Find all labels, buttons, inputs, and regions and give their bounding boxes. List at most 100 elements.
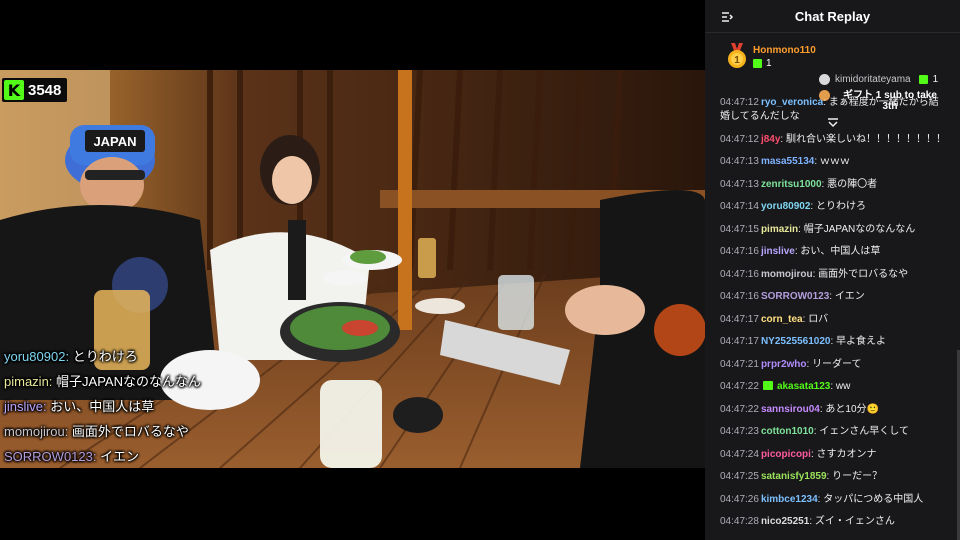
chat-message: 04:47:17 NY2525561020: 早よ食えよ xyxy=(720,336,887,347)
message-username[interactable]: momojirou xyxy=(761,269,813,280)
top-gifter-1-name: Honmono110 xyxy=(753,45,816,56)
message-text: あと10分🙂 xyxy=(825,403,879,415)
overlay-chat-text: とりわけろ xyxy=(72,349,138,364)
chat-message: 04:47:14 yoru80902: とりわけろ xyxy=(720,201,866,212)
message-username[interactable]: ryo_veronica xyxy=(761,97,823,108)
chat-message: 04:47:26 kimbce1234: タッパにつめる中国人 xyxy=(720,493,924,505)
message-username[interactable]: nico25251 xyxy=(761,516,809,527)
message-timestamp: 04:47:28 xyxy=(720,516,759,527)
collapse-arrow-icon[interactable] xyxy=(721,10,735,24)
chat-message-list[interactable]: 04:47:12 ryo_veronica: まぁ程度が一緒だから結婚してるんだし… xyxy=(705,96,960,538)
overlay-chat: yoru80902: とりわけろ pimazin: 帽子JAPANなのなんなん ji… xyxy=(4,344,364,469)
message-username[interactable]: yoru80902 xyxy=(761,201,810,212)
message-text: ww xyxy=(835,381,851,392)
message-text: 帽子JAPANなのなんなん xyxy=(803,223,916,235)
message-timestamp: 04:47:12 xyxy=(720,133,759,145)
message-timestamp: 04:47:17 xyxy=(720,313,759,325)
pinned-gifters: 1 Honmono110 1 kimidoritateyama 1 ギフト 1 xyxy=(705,33,960,128)
chat-header: Chat Replay xyxy=(705,0,960,33)
video-player[interactable]: JAPAN K 3548 yoru80902: とりわけろ pimazin: 帽… xyxy=(0,0,705,540)
message-timestamp: 04:47:14 xyxy=(720,201,759,212)
top-gifter-2-name: kimidoritateyama xyxy=(835,74,911,85)
chat-title: Chat Replay xyxy=(794,8,871,24)
overlay-chat-text: イエン xyxy=(100,449,139,464)
message-text: ズイ・イェンさん xyxy=(814,516,895,527)
overlay-chat-line: jinslive: おい、中国人は草 xyxy=(4,394,364,419)
chat-message: 04:47:17 corn_tea: ロバ xyxy=(720,313,829,325)
message-username[interactable]: j84y xyxy=(761,134,780,145)
chat-message: 04:47:16 SORROW0123: イエン xyxy=(720,291,865,302)
message-text: 馴れ合い楽しいね！！！！！！！！ xyxy=(785,133,946,145)
message-timestamp: 04:47:16 xyxy=(720,246,759,257)
message-username[interactable]: prpr2who xyxy=(761,359,807,370)
overlay-chat-text: 画面外でロバるなや xyxy=(71,424,189,439)
message-text: タッパにつめる中国人 xyxy=(823,493,924,505)
message-timestamp: 04:47:22 xyxy=(720,403,759,415)
message-timestamp: 04:47:25 xyxy=(720,471,759,482)
message-text: おい、中国人は草 xyxy=(800,246,881,257)
message-text: 画面外でロバるなや xyxy=(818,268,909,280)
svg-text:1: 1 xyxy=(734,55,740,66)
overlay-chat-separator: : xyxy=(48,374,57,389)
chat-message: 04:47:15 pimazin: 帽子JAPANなのなんなん xyxy=(720,223,916,235)
message-username[interactable]: masa55134 xyxy=(761,156,814,167)
overlay-chat-line: yoru80902: とりわけろ xyxy=(4,344,364,369)
message-timestamp: 04:47:24 xyxy=(720,448,759,460)
chat-message: 04:47:13 masa55134: ｗｗｗ xyxy=(720,156,850,167)
overlay-chat-text: おい、中国人は草 xyxy=(50,399,155,414)
overlay-chat-line: momojirou: 画面外でロバるなや xyxy=(4,419,364,444)
message-username[interactable]: sannsirou04 xyxy=(761,404,820,415)
message-text: 悪の陣〇者 xyxy=(827,178,878,190)
message-username[interactable]: cotton1010 xyxy=(761,426,814,437)
chat-message: 04:47:28 nico25251: ズイ・イェンさん xyxy=(720,516,895,527)
gift-icon xyxy=(753,59,762,68)
message-text: ロバ xyxy=(808,313,829,325)
message-username[interactable]: jinslive xyxy=(761,246,795,257)
message-timestamp: 04:47:23 xyxy=(720,426,759,437)
message-timestamp: 04:47:21 xyxy=(720,358,759,370)
kick-logo-icon: K xyxy=(4,80,24,100)
message-username[interactable]: pimazin xyxy=(761,224,798,235)
message-text: さすカオンナ xyxy=(816,448,877,460)
gold-medal-icon: 1 xyxy=(728,43,746,68)
overlay-chat-separator: : xyxy=(65,349,73,364)
message-username[interactable]: picopicopi xyxy=(761,449,811,460)
overlay-chat-username: jinslive xyxy=(4,399,44,414)
top-gifter-1[interactable]: 1 Honmono110 1 xyxy=(725,43,816,69)
message-text: ｗｗｗ xyxy=(819,156,850,167)
overlay-chat-text: 帽子JAPANなのなんなん xyxy=(56,374,201,389)
message-username[interactable]: NY2525561020 xyxy=(761,336,831,347)
message-timestamp: 04:47:26 xyxy=(720,493,759,505)
message-text: りーだー？ xyxy=(832,471,883,482)
overlay-chat-username: yoru80902 xyxy=(4,349,66,364)
message-timestamp: 04:47:13 xyxy=(720,156,759,167)
message-username[interactable]: kimbce1234 xyxy=(761,494,818,505)
chat-message: 04:47:13 zenritsu1000: 悪の陣〇者 xyxy=(720,178,878,190)
message-timestamp: 04:47:13 xyxy=(720,178,759,190)
overlay-chat-line: pimazin: 帽子JAPANなのなんなん xyxy=(4,369,364,394)
chat-message: 04:47:22 sannsirou04: あと10分🙂 xyxy=(720,403,879,415)
top-gifter-2-count: 1 xyxy=(932,74,939,85)
message-timestamp: 04:47:22 xyxy=(720,381,759,392)
message-username[interactable]: satanisfy1859 xyxy=(761,471,827,482)
coin-icon xyxy=(819,74,830,85)
cap-logo-text: JAPAN xyxy=(93,134,136,149)
message-timestamp: 04:47:17 xyxy=(720,336,759,347)
chat-message: 04:47:24 picopicopi: さすカオンナ xyxy=(720,448,877,460)
overlay-chat-username: momojirou xyxy=(4,424,65,439)
message-text: イエン xyxy=(834,291,865,302)
message-username[interactable]: SORROW0123 xyxy=(761,291,829,302)
message-text: 早よ食えよ xyxy=(836,336,887,347)
viewer-count: 3548 xyxy=(28,81,62,99)
message-text: イェンさん早くして xyxy=(819,426,909,437)
message-username[interactable]: corn_tea xyxy=(761,314,803,325)
overlay-chat-line: SORROW0123: イエン xyxy=(4,444,364,469)
gift-icon xyxy=(918,75,928,84)
overlay-chat-separator: : xyxy=(64,424,72,439)
message-text: とりわけろ xyxy=(815,201,866,212)
message-username[interactable]: akasata123 xyxy=(777,381,830,392)
chat-message: 04:47:12 j84y: 馴れ合い楽しいね！！！！！！！！ xyxy=(720,133,946,145)
viewer-count-badge: K 3548 xyxy=(2,78,68,102)
message-username[interactable]: zenritsu1000 xyxy=(761,179,822,190)
chat-message: 04:47:16 momojirou: 画面外でロバるなや xyxy=(720,268,909,280)
